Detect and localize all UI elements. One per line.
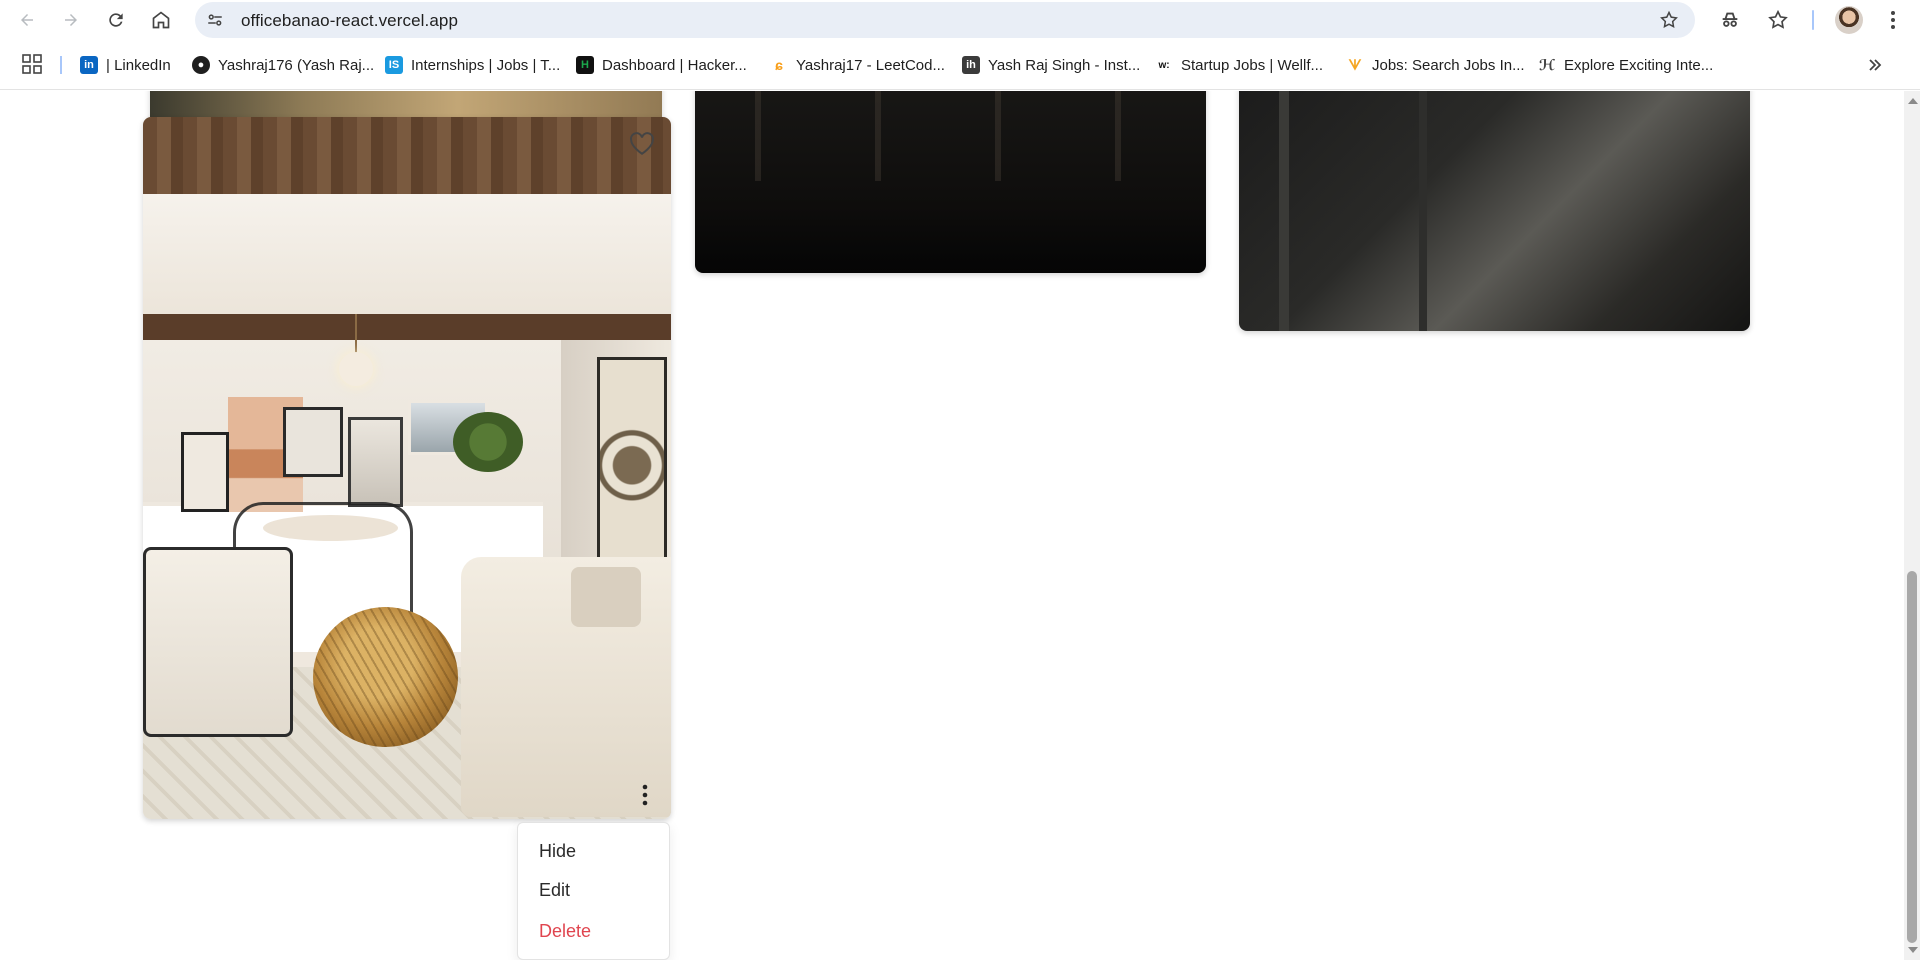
bookmark-label: Yashraj176 (Yash Raj... (218, 56, 375, 74)
more-bookmarks-icon[interactable] (1864, 54, 1886, 76)
menu-item-hide[interactable]: Hide (539, 841, 576, 862)
naukri-icon: ᗐ (1346, 56, 1364, 74)
card-options-menu: Hide Edit Delete (517, 822, 670, 960)
url-text[interactable]: officebanao-react.vercel.app (241, 11, 458, 31)
home-icon[interactable] (145, 4, 177, 36)
instahyre-icon: ih (962, 56, 980, 74)
internshala-icon: IS (385, 56, 403, 74)
page-scrollbar[interactable] (1904, 91, 1920, 960)
bookmark-label: Jobs: Search Jobs In... (1372, 56, 1525, 74)
forward-arrow-icon[interactable] (55, 4, 87, 36)
bookmark-leetcode[interactable]: ɕ Yashraj17 - LeetCod... (770, 52, 945, 78)
bookmark-internshala[interactable]: IS Internships | Jobs | T... (385, 52, 560, 78)
toolbar-divider (1812, 10, 1814, 30)
scroll-down-arrow-icon[interactable] (1908, 947, 1918, 953)
heart-outline-icon[interactable] (627, 129, 657, 159)
bookmark-star-icon[interactable] (1657, 8, 1681, 32)
avatar[interactable] (1835, 6, 1863, 34)
bookmark-label: Internships | Jobs | T... (411, 56, 561, 74)
bookmark-label: Dashboard | Hacker... (602, 56, 747, 74)
wellfound-icon: w: (1155, 56, 1173, 74)
more-vertical-icon[interactable] (633, 779, 657, 811)
bookmark-instahyre[interactable]: ih Yash Raj Singh - Inst... (962, 52, 1140, 78)
apps-grid-icon[interactable] (22, 54, 44, 76)
bookmark-naukri[interactable]: ᗐ Jobs: Search Jobs In... (1346, 52, 1525, 78)
bookmarks-bar: in | LinkedIn ● Yashraj176 (Yash Raj... … (0, 40, 1920, 90)
living-room-image (143, 117, 671, 819)
bookmark-linkedin[interactable]: in | LinkedIn (80, 52, 171, 78)
gallery-card-living-room[interactable] (143, 117, 671, 819)
bookmark-hirect[interactable]: ℋ Explore Exciting Inte... (1538, 52, 1713, 78)
site-info-icon[interactable] (203, 8, 227, 32)
scroll-up-arrow-icon[interactable] (1908, 98, 1918, 104)
incognito-icon[interactable] (1715, 5, 1745, 35)
bookmark-hackerrank[interactable]: H Dashboard | Hacker... (576, 52, 747, 78)
github-icon: ● (192, 56, 210, 74)
hackerrank-icon: H (576, 56, 594, 74)
back-arrow-icon[interactable] (11, 4, 43, 36)
bookmark-label: | LinkedIn (106, 56, 171, 74)
bookmark-label: Yash Raj Singh - Inst... (988, 56, 1141, 74)
linkedin-icon: in (80, 56, 98, 74)
browser-toolbar: officebanao-react.vercel.app (0, 0, 1920, 40)
bookmark-wellfound[interactable]: w: Startup Jobs | Wellf... (1155, 52, 1323, 78)
bookmark-label: Startup Jobs | Wellf... (1181, 56, 1324, 74)
menu-item-delete[interactable]: Delete (539, 921, 591, 942)
reload-icon[interactable] (100, 4, 132, 36)
menu-item-edit[interactable]: Edit (539, 880, 570, 901)
address-bar[interactable]: officebanao-react.vercel.app (195, 2, 1695, 38)
leetcode-icon: ɕ (770, 56, 788, 74)
bookmarks-divider (60, 56, 62, 74)
gallery-card[interactable] (695, 91, 1206, 273)
hirect-icon: ℋ (1538, 56, 1556, 74)
gallery-card[interactable] (1239, 91, 1750, 331)
scrollbar-thumb[interactable] (1907, 571, 1917, 943)
bookmark-label: Yashraj17 - LeetCod... (796, 56, 945, 74)
kebab-menu-icon[interactable] (1878, 5, 1908, 35)
bookmarks-icon[interactable] (1763, 5, 1793, 35)
page-viewport: Hide Edit Delete (0, 91, 1904, 960)
bookmark-github[interactable]: ● Yashraj176 (Yash Raj... (192, 52, 374, 78)
bookmark-label: Explore Exciting Inte... (1564, 56, 1714, 74)
